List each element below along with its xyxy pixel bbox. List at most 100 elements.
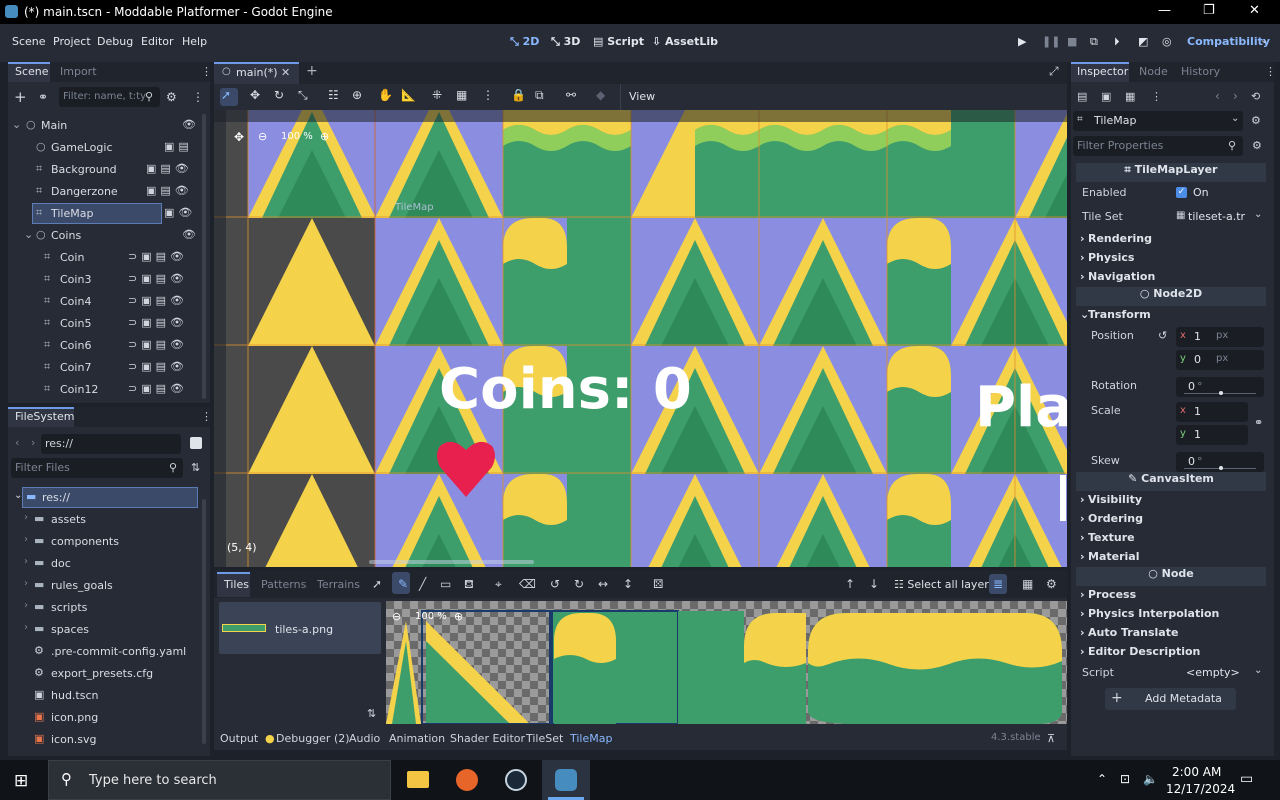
- layer-up-icon[interactable]: ↑: [845, 577, 855, 591]
- tab-output[interactable]: Output: [220, 732, 258, 745]
- collapse-arrow-icon[interactable]: ⌄: [24, 228, 33, 241]
- skew-slider-knob[interactable]: [1219, 466, 1223, 470]
- highlight-layer-icon[interactable]: ≣: [993, 577, 1003, 591]
- tab-filesystem[interactable]: FileSystem: [15, 410, 74, 423]
- tab-import[interactable]: Import: [60, 65, 97, 78]
- grid-toggle-icon[interactable]: ▦: [1022, 577, 1033, 591]
- tab-tileset[interactable]: TileSet: [526, 732, 563, 745]
- lock-icon[interactable]: 🔒: [511, 88, 526, 102]
- property-options-icon[interactable]: ⚙: [1252, 139, 1262, 152]
- scale-x-field[interactable]: x 1: [1176, 402, 1248, 422]
- history-forward-icon[interactable]: ›: [1233, 89, 1238, 103]
- pan-tool-icon[interactable]: ✋: [378, 88, 393, 102]
- node-action-icons[interactable]: ⊃▣▤👁: [128, 250, 188, 263]
- expand-arrow-icon[interactable]: ›: [24, 556, 28, 567]
- filter-options-icon[interactable]: ⚙: [166, 90, 177, 104]
- add-node-icon[interactable]: +: [14, 88, 27, 106]
- tab-debugger[interactable]: Debugger (2): [276, 732, 350, 745]
- rotate-left-icon[interactable]: ↺: [550, 577, 560, 591]
- snap-options-icon[interactable]: ⋮: [482, 88, 494, 102]
- renderer-chevron-icon[interactable]: ⌄: [1260, 35, 1268, 46]
- pivot-tool-icon[interactable]: ⊕: [352, 88, 362, 102]
- node-action-icons[interactable]: ⊃▣▤👁: [128, 294, 188, 307]
- menu-help[interactable]: Help: [182, 35, 207, 48]
- mode-assetlib-button[interactable]: ⇩ AssetLib: [652, 35, 718, 48]
- bone-icon[interactable]: ⚯: [566, 88, 576, 102]
- flip-v-icon[interactable]: ↕: [623, 577, 633, 591]
- rotation-field[interactable]: 0 °: [1176, 377, 1264, 397]
- tree-node-main[interactable]: ⌄ ○ Main 👁: [10, 115, 200, 137]
- expand-arrow-icon[interactable]: ›: [24, 534, 28, 545]
- pause-icon[interactable]: ❚❚: [1042, 35, 1060, 48]
- play-icon[interactable]: ▶: [1018, 35, 1026, 48]
- view-menu[interactable]: View: [629, 90, 655, 103]
- tree-node-tilemap[interactable]: ⌗ TileMap ▣👁: [10, 203, 200, 225]
- zoom-settings-icon[interactable]: ✥: [234, 130, 244, 144]
- file-scrollbar[interactable]: [202, 499, 206, 744]
- save-resource-icon[interactable]: ▦: [1125, 90, 1135, 103]
- viewport-2d[interactable]: ✥ ⊖ 100 % ⊕ TileMap Coins: 0 Pla (5, 4): [214, 110, 1067, 567]
- section-ordering[interactable]: › Ordering: [1076, 510, 1266, 529]
- menu-scene[interactable]: Scene: [12, 35, 46, 48]
- tab-tiles[interactable]: Tiles: [224, 578, 249, 591]
- file-row-icon-svg[interactable]: ▣ icon.svg: [16, 729, 196, 751]
- file-row-icon-png[interactable]: ▣ icon.png: [16, 707, 196, 729]
- file-row-export-presets[interactable]: ⚙ export_presets.cfg: [16, 663, 196, 685]
- close-tab-icon[interactable]: ✕: [281, 66, 290, 79]
- picker-icon[interactable]: ⌖: [495, 577, 502, 592]
- atlas-zoom-in-icon[interactable]: ⊕: [454, 610, 463, 623]
- section-navigation[interactable]: › Navigation: [1076, 268, 1266, 287]
- scene-menu-icon[interactable]: ⋮: [192, 90, 204, 104]
- zoom-in-icon[interactable]: ⊕: [320, 130, 329, 143]
- line-icon[interactable]: ╱: [419, 577, 426, 591]
- expand-arrow-icon[interactable]: ›: [24, 512, 28, 523]
- script-resource[interactable]: <empty>: [1186, 666, 1240, 679]
- sort-icon[interactable]: ⇅: [191, 461, 200, 474]
- camera-override-icon[interactable]: ◆: [596, 88, 605, 102]
- list-select-icon[interactable]: ☷: [328, 88, 339, 102]
- taskbar-search-box[interactable]: ⚲ Type here to search: [48, 760, 391, 800]
- node-selector[interactable]: ⌗ TileMap ⌄: [1073, 111, 1243, 131]
- section-rendering[interactable]: › Rendering: [1076, 230, 1266, 249]
- tab-history[interactable]: History: [1181, 65, 1220, 78]
- menu-debug[interactable]: Debug: [97, 35, 133, 48]
- tray-chevron-icon[interactable]: ⌃: [1097, 772, 1107, 786]
- mode-script-button[interactable]: ▤ Script: [593, 35, 644, 48]
- rotate-tool-icon[interactable]: ↻: [274, 88, 284, 102]
- revert-icon[interactable]: ↺: [1158, 329, 1167, 342]
- expand-arrow-icon[interactable]: ›: [24, 578, 28, 589]
- resource-menu-icon[interactable]: ⋮: [1151, 90, 1162, 103]
- zoom-out-icon[interactable]: ⊖: [258, 130, 267, 143]
- tree-node-coin3[interactable]: ⌗ Coin3 ⊃▣▤👁: [10, 269, 200, 291]
- section-physics[interactable]: › Physics: [1076, 249, 1266, 268]
- file-explorer-icon[interactable]: [407, 771, 429, 788]
- node-action-icons[interactable]: ⊃▣▤👁: [128, 360, 188, 373]
- tree-node-coin12[interactable]: ⌗ Coin12 ⊃▣▤👁: [10, 379, 200, 401]
- section-texture[interactable]: › Texture: [1076, 529, 1266, 548]
- stop-icon[interactable]: ■: [1067, 35, 1077, 48]
- dock-menu-icon[interactable]: ⋮: [201, 410, 212, 423]
- expand-arrow-icon[interactable]: ›: [24, 600, 28, 611]
- close-icon[interactable]: ✕: [1249, 3, 1260, 18]
- tree-node-coin5[interactable]: ⌗ Coin5 ⊃▣▤👁: [10, 313, 200, 335]
- steam-icon[interactable]: [505, 769, 527, 791]
- scale-y-field[interactable]: y 1: [1176, 425, 1248, 445]
- tab-audio[interactable]: Audio: [349, 732, 380, 745]
- node-action-icons[interactable]: ▣▤: [164, 140, 193, 153]
- node-action-icons[interactable]: ▣▤👁: [146, 184, 193, 197]
- section-visibility[interactable]: › Visibility: [1076, 491, 1266, 510]
- chevron-down-icon[interactable]: ⌄: [1254, 209, 1262, 220]
- tree-node-dangerzone[interactable]: ⌗ Dangerzone ▣▤👁: [10, 181, 200, 203]
- tile-atlas-view[interactable]: ⊖ 100 % ⊕: [386, 601, 1067, 724]
- dock-menu-icon[interactable]: ⋮: [1265, 65, 1276, 78]
- class-header-node2d[interactable]: ○ Node2D: [1076, 287, 1266, 306]
- eraser-icon[interactable]: ⌫: [519, 577, 536, 591]
- file-row-spaces[interactable]: › ▬ spaces: [16, 619, 196, 641]
- file-filter-input[interactable]: Filter Files ⚲: [11, 458, 183, 478]
- node-action-icons[interactable]: ▣👁: [164, 206, 196, 219]
- section-auto-translate[interactable]: › Auto Translate: [1076, 624, 1266, 643]
- enabled-checkbox[interactable]: ✓: [1176, 187, 1187, 198]
- link-scale-icon[interactable]: ⚭: [1254, 416, 1263, 429]
- tab-main[interactable]: ○ main(*) ✕: [214, 62, 299, 84]
- atlas-zoom-level[interactable]: 100 %: [415, 611, 447, 622]
